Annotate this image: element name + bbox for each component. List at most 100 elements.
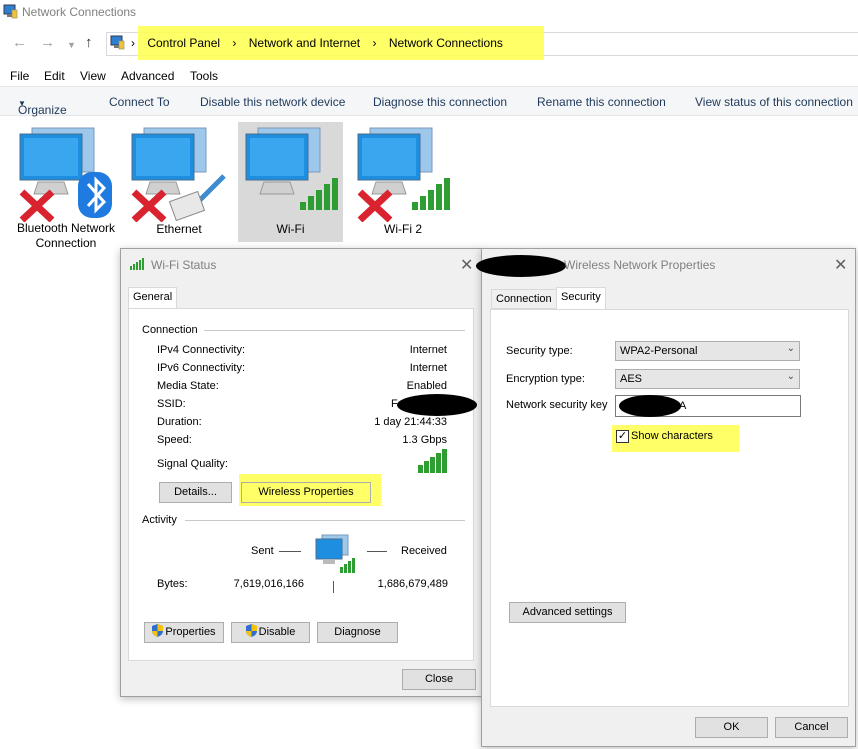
dialog-title: Wi-Fi Status bbox=[151, 258, 217, 272]
signal-quality-label: Signal Quality: bbox=[157, 458, 228, 470]
tab-security[interactable]: Security bbox=[556, 287, 606, 309]
organize-label: Organize bbox=[18, 103, 67, 117]
connect-to-button[interactable]: Connect To bbox=[109, 95, 170, 109]
menu-advanced[interactable]: Advanced bbox=[121, 69, 174, 83]
network-key-label: Network security key bbox=[506, 399, 608, 411]
group-divider bbox=[203, 330, 465, 331]
uac-shield-icon bbox=[245, 624, 257, 637]
properties-button[interactable]: Properties bbox=[144, 622, 224, 643]
menu-edit[interactable]: Edit bbox=[44, 69, 65, 83]
connection-bluetooth[interactable]: Bluetooth Network Connection bbox=[10, 122, 122, 250]
error-x-icon bbox=[131, 189, 167, 222]
connection-ethernet[interactable]: Ethernet bbox=[122, 122, 236, 242]
back-arrow-icon[interactable]: ← bbox=[12, 35, 27, 50]
wifi-2-connection-icon bbox=[357, 127, 450, 222]
connection-wifi-2[interactable]: Wi-Fi 2 bbox=[350, 122, 456, 242]
breadcrumb-network-connections[interactable]: Network Connections bbox=[389, 36, 503, 50]
dialog-title: Wireless Network Properties bbox=[564, 258, 716, 272]
menu-file[interactable]: File bbox=[10, 69, 29, 83]
breadcrumb-separator-icon: › bbox=[131, 36, 135, 50]
bytes-label: Bytes: bbox=[157, 578, 188, 590]
tab-general[interactable]: General bbox=[128, 287, 178, 309]
advanced-settings-button[interactable]: Advanced settings bbox=[509, 602, 626, 623]
ipv4-value: Internet bbox=[409, 344, 447, 356]
media-state-value: Enabled bbox=[406, 380, 447, 392]
security-type-select[interactable]: WPA2-Personal ⌄ bbox=[615, 341, 800, 361]
connection-label: Wi-Fi bbox=[276, 222, 305, 236]
details-button[interactable]: Details... bbox=[159, 482, 232, 503]
breadcrumb-network-and-internet[interactable]: Network and Internet bbox=[249, 36, 360, 50]
ipv4-label: IPv4 Connectivity: bbox=[157, 344, 246, 356]
breadcrumb-separator-icon: › bbox=[372, 36, 377, 50]
organize-button[interactable]: Organize ▼ bbox=[18, 95, 67, 117]
wifi-signal-icon bbox=[412, 178, 450, 210]
duration-value: 1 day 21:44:33 bbox=[374, 416, 447, 428]
chevron-down-icon: ⌄ bbox=[786, 343, 795, 354]
ok-button[interactable]: OK bbox=[695, 717, 768, 738]
ethernet-cable-icon bbox=[168, 174, 226, 222]
speed-value: 1.3 Gbps bbox=[402, 434, 447, 446]
breadcrumb-control-panel[interactable]: Control Panel bbox=[147, 36, 220, 50]
menu-view[interactable]: View bbox=[80, 69, 106, 83]
bytes-divider bbox=[333, 581, 334, 593]
ethernet-connection-icon bbox=[131, 127, 226, 222]
disable-button[interactable]: Disable bbox=[231, 622, 310, 643]
control-panel-icon bbox=[110, 35, 125, 50]
general-panel: Connection IPv4 Connectivity: Internet I… bbox=[128, 308, 477, 661]
breadcrumb-separator-icon: › bbox=[232, 36, 237, 50]
bluetooth-connection-icon bbox=[19, 127, 112, 222]
wireless-properties-button[interactable]: Wireless Properties bbox=[241, 482, 371, 503]
command-bar: Organize ▼ Connect To Disable this netwo… bbox=[0, 86, 858, 117]
group-divider bbox=[185, 520, 465, 521]
wifi-status-dialog: Wi-Fi Status ✕ General Connection IPv4 C… bbox=[120, 248, 482, 697]
network-activity-icon bbox=[315, 534, 355, 573]
close-icon[interactable]: ✕ bbox=[460, 255, 473, 275]
recent-locations-chevron-icon[interactable]: ▼ bbox=[67, 38, 76, 53]
disable-device-button[interactable]: Disable this network device bbox=[200, 95, 345, 109]
sent-label: Sent bbox=[251, 545, 274, 557]
diagnose-button[interactable]: Diagnose bbox=[317, 622, 398, 643]
wifi-signal-icon bbox=[130, 258, 144, 270]
cancel-button[interactable]: Cancel bbox=[775, 717, 848, 738]
wireless-properties-dialog: Wireless Network Properties ✕ Connection… bbox=[476, 248, 856, 747]
media-state-label: Media State: bbox=[157, 380, 219, 392]
rename-connection-button[interactable]: Rename this connection bbox=[537, 95, 666, 109]
encryption-type-select[interactable]: AES ⌄ bbox=[615, 369, 800, 389]
signal-bars-icon bbox=[418, 449, 447, 473]
diagnose-connection-button[interactable]: Diagnose this connection bbox=[373, 95, 507, 109]
menu-bar: File Edit View Advanced Tools bbox=[0, 66, 858, 86]
tab-connection[interactable]: Connection bbox=[491, 289, 557, 309]
sent-divider bbox=[279, 551, 301, 552]
connection-label: Wi-Fi 2 bbox=[384, 222, 422, 236]
wifi-connection-icon bbox=[245, 127, 338, 210]
chevron-down-icon: ⌄ bbox=[786, 371, 795, 382]
bytes-received-value: 1,686,679,489 bbox=[377, 578, 448, 590]
encryption-type-label: Encryption type: bbox=[506, 373, 585, 385]
forward-arrow-icon[interactable]: → bbox=[40, 35, 55, 50]
show-characters-label[interactable]: Show characters bbox=[631, 430, 713, 442]
security-type-label: Security type: bbox=[506, 345, 573, 357]
received-divider bbox=[367, 551, 387, 552]
ipv6-label: IPv6 Connectivity: bbox=[157, 362, 246, 374]
up-arrow-icon[interactable]: ↑ bbox=[85, 35, 93, 50]
bytes-sent-value: 7,619,016,166 bbox=[233, 578, 304, 590]
error-x-icon bbox=[357, 189, 393, 222]
connection-wifi[interactable]: Wi-Fi bbox=[238, 122, 343, 242]
menu-tools[interactable]: Tools bbox=[190, 69, 218, 83]
security-type-value: WPA2-Personal bbox=[620, 345, 698, 357]
close-button[interactable]: Close bbox=[402, 669, 476, 690]
close-icon[interactable]: ✕ bbox=[834, 255, 847, 275]
bluetooth-icon bbox=[78, 172, 112, 218]
activity-group-label: Activity bbox=[142, 514, 183, 526]
speed-label: Speed: bbox=[157, 434, 192, 446]
connection-label: Ethernet bbox=[156, 222, 202, 236]
show-characters-checkbox[interactable]: ✓ bbox=[616, 430, 629, 443]
duration-label: Duration: bbox=[157, 416, 202, 428]
uac-shield-icon bbox=[152, 624, 164, 637]
network-name-redaction bbox=[476, 255, 566, 277]
breadcrumb: › Control Panel › Network and Internet ›… bbox=[131, 36, 508, 50]
view-status-button[interactable]: View status of this connection bbox=[695, 95, 853, 109]
properties-label: Properties bbox=[165, 626, 216, 638]
ipv6-value: Internet bbox=[409, 362, 447, 374]
connection-group-label: Connection bbox=[142, 324, 204, 336]
